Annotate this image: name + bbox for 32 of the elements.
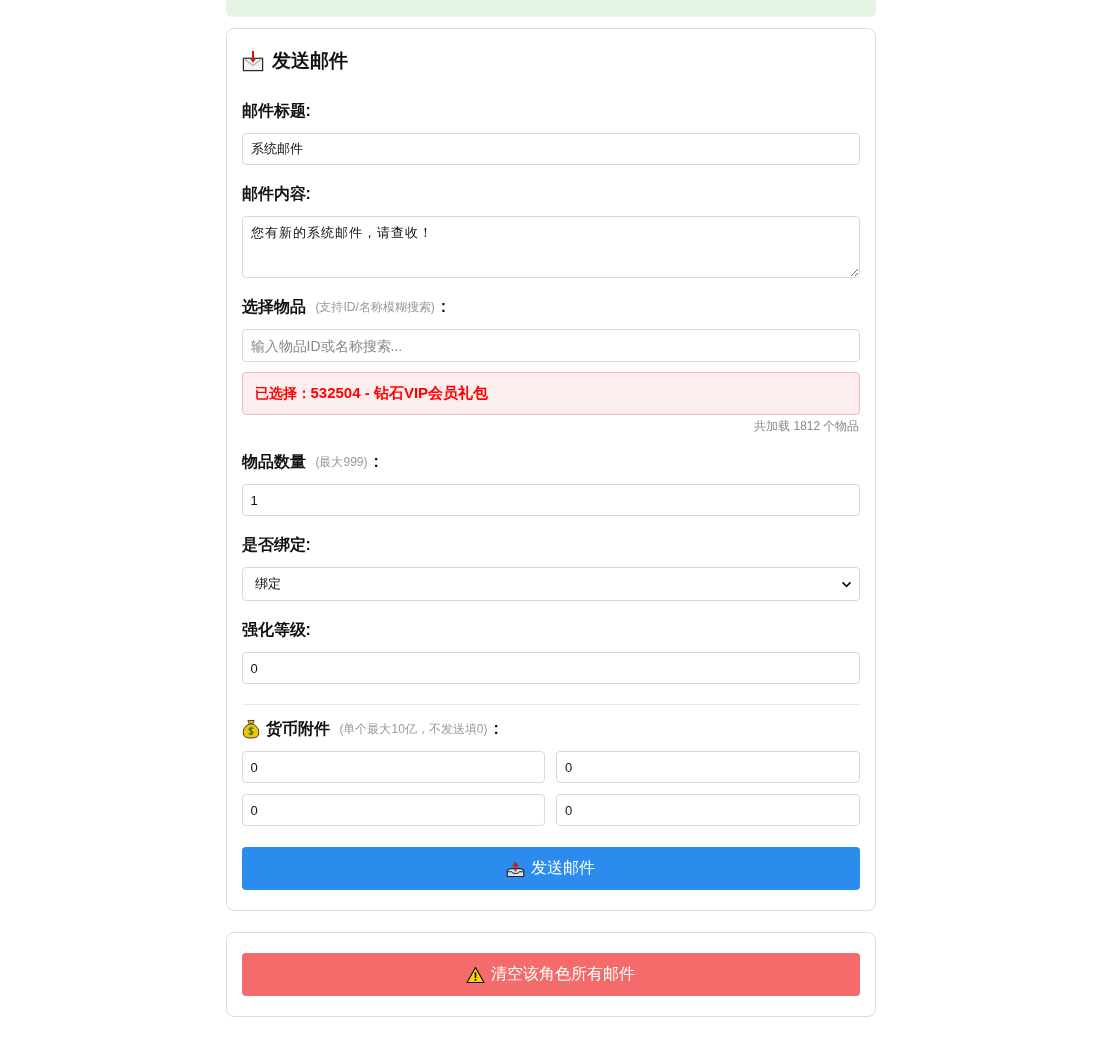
currency-hint: (单个最大10亿，不发送填0) [339, 720, 488, 738]
warning-icon [466, 965, 485, 984]
label-colon: : [493, 719, 499, 739]
field-label: 物品数量 [241, 452, 306, 472]
currency-input[interactable]: 0 [241, 794, 545, 826]
select-field[interactable]: 绑定 [241, 567, 860, 601]
chevron-down-icon [840, 580, 852, 588]
text-input[interactable]: 系统邮件 [241, 133, 860, 165]
tray-arrow-icon [506, 859, 525, 878]
selected-item-name: 532504 - 钻石VIP会员礼包 [310, 384, 489, 403]
item-count-text: 共加载 1812 个物品 [753, 419, 860, 433]
currency-input[interactable]: 0 [556, 794, 860, 826]
envelope-arrow-icon [241, 50, 264, 72]
selected-label: 已选择： [254, 384, 311, 403]
text-input[interactable]: 1 [241, 484, 860, 516]
field-label: 邮件标题: [241, 101, 311, 121]
currency-input[interactable]: 0 [556, 751, 860, 783]
field-label: 选择物品 [241, 297, 306, 317]
search-field[interactable]: 输入物品ID或名称搜索... [241, 329, 860, 362]
field-label: 是否绑定: [241, 535, 311, 555]
card-title: 发送邮件 [271, 49, 348, 73]
money-bag-icon [241, 719, 260, 739]
currency-input[interactable]: 0 [241, 751, 545, 783]
field-hint: (最大999) [315, 453, 368, 471]
label-colon: : [440, 297, 447, 317]
field-label: 邮件内容: [241, 184, 311, 204]
text-input[interactable]: 0 [241, 652, 860, 684]
field-label: 强化等级: [241, 620, 311, 640]
label-colon: : [373, 452, 379, 472]
textarea-field[interactable]: 您有新的系统邮件，请查收！ [241, 216, 860, 278]
currency-label: 货币附件 [265, 719, 330, 740]
field-hint: (支持ID/名称模糊搜索) [315, 298, 435, 316]
